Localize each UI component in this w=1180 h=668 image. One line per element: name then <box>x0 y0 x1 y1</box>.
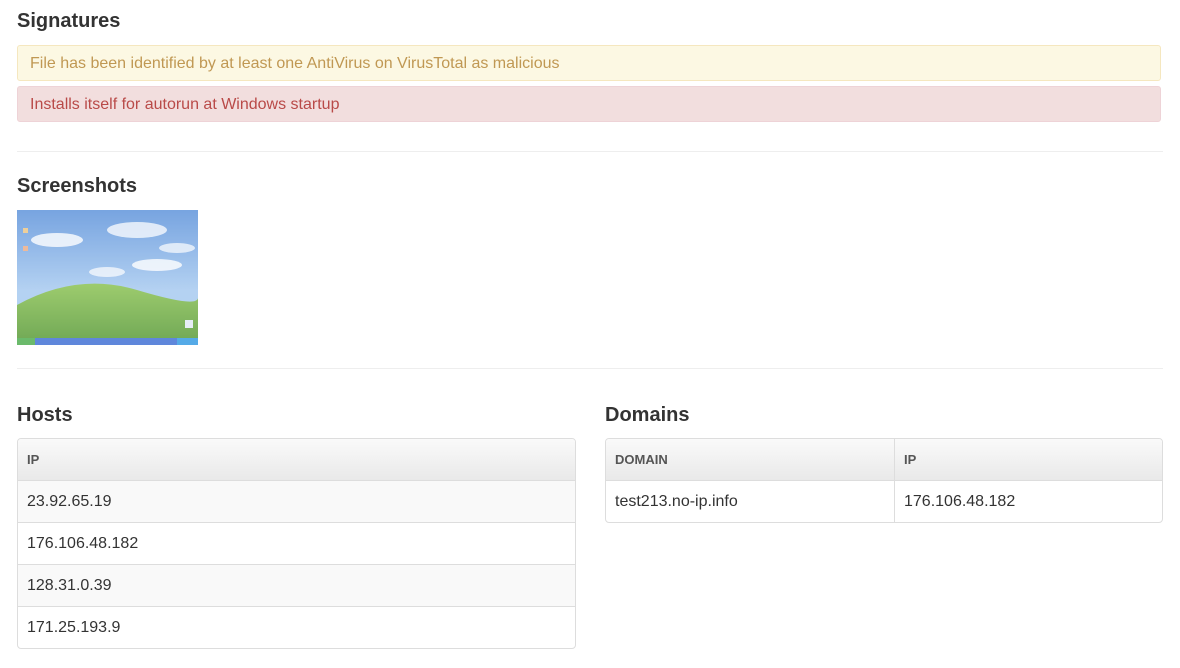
section-divider <box>17 368 1163 369</box>
host-ip-cell: 23.92.65.19 <box>18 481 575 522</box>
host-ip-cell: 171.25.193.9 <box>18 606 575 648</box>
screenshot-thumbnail[interactable] <box>17 210 198 345</box>
domains-table: DOMAIN IP test213.no-ip.info 176.106.48.… <box>605 438 1163 523</box>
hosts-heading: Hosts <box>17 404 73 426</box>
table-row: 23.92.65.19 <box>18 481 575 522</box>
column-header-ip: IP <box>894 439 1162 481</box>
table-row: test213.no-ip.info 176.106.48.182 <box>606 481 1162 522</box>
hosts-header-row: IP <box>18 439 575 481</box>
host-ip-cell: 128.31.0.39 <box>18 564 575 606</box>
column-header-domain: DOMAIN <box>606 439 894 481</box>
signatures-heading: Signatures <box>17 10 121 32</box>
signature-alert-virustotal: File has been identified by at least one… <box>17 45 1161 81</box>
signature-alert-autorun: Installs itself for autorun at Windows s… <box>17 86 1161 122</box>
domains-heading: Domains <box>605 404 690 426</box>
column-header-ip: IP <box>18 439 575 481</box>
domain-ip-cell: 176.106.48.182 <box>894 481 1162 522</box>
table-row: 176.106.48.182 <box>18 522 575 564</box>
table-row: 128.31.0.39 <box>18 564 575 606</box>
screenshots-heading: Screenshots <box>17 175 138 197</box>
hosts-table: IP 23.92.65.19 176.106.48.182 128.31.0.3… <box>17 438 576 649</box>
domains-header-row: DOMAIN IP <box>606 439 1162 481</box>
section-divider <box>17 151 1163 152</box>
table-row: 171.25.193.9 <box>18 606 575 648</box>
domain-cell: test213.no-ip.info <box>615 492 738 510</box>
host-ip-cell: 176.106.48.182 <box>18 522 575 564</box>
desktop-screenshot-image <box>17 210 198 345</box>
